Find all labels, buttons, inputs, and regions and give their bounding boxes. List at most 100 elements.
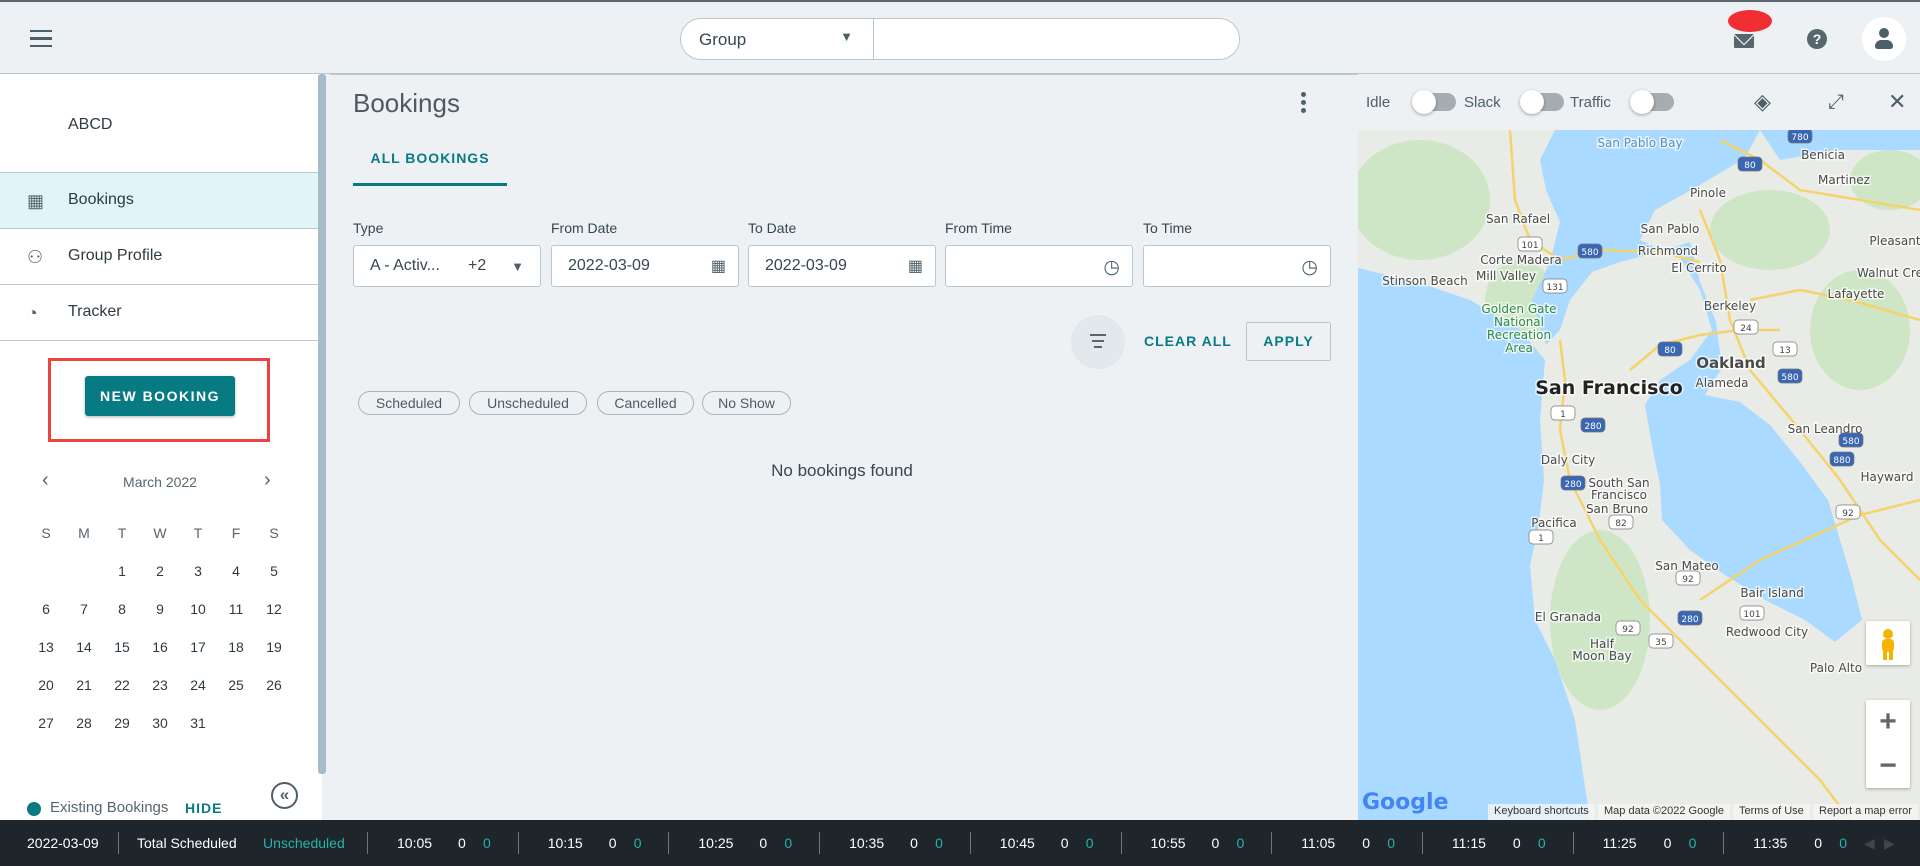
chevron-down-icon: ▼ [840, 29, 853, 44]
calendar-day[interactable]: 12 [259, 601, 289, 617]
hide-legend-button[interactable]: HIDE [185, 800, 222, 816]
calendar-day[interactable]: 11 [221, 601, 251, 617]
traffic-label: Traffic [1570, 94, 1611, 111]
traffic-toggle[interactable] [1630, 90, 1674, 114]
calendar-day[interactable]: 13 [31, 639, 61, 655]
highway-shield-label: 1 [1560, 410, 1566, 420]
expand-icon[interactable]: ⤢ [1828, 90, 1844, 114]
from-date-input[interactable]: 2022-03-09 ▦ [551, 245, 739, 287]
close-icon[interactable]: ✕ [1888, 90, 1906, 114]
calendar-day[interactable]: 26 [259, 677, 289, 693]
help-icon[interactable]: ? [1807, 29, 1827, 49]
calendar-day[interactable]: 27 [31, 715, 61, 731]
calendar-day[interactable]: 15 [107, 639, 137, 655]
map-label: San Francisco [1535, 377, 1683, 399]
slot-total: 0 [1060, 835, 1069, 851]
calendar-day[interactable]: 17 [183, 639, 213, 655]
user-avatar[interactable] [1862, 17, 1906, 61]
search-scope-select[interactable]: Group ▼ [681, 19, 874, 59]
map-label: Pacifica [1531, 516, 1577, 530]
calendar-day[interactable]: 9 [145, 601, 175, 617]
sidebar-scrollbar[interactable] [318, 74, 326, 774]
collapse-sidebar-icon[interactable]: « [271, 782, 298, 809]
slot-time: 10:15 [547, 835, 583, 851]
sidebar-item-tracker[interactable]: ◔ Tracker [0, 285, 320, 341]
more-options-icon[interactable] [1301, 92, 1307, 116]
prev-month-icon[interactable]: ‹ [42, 469, 49, 492]
calendar-day[interactable]: 28 [69, 715, 99, 731]
calendar-day[interactable]: 14 [69, 639, 99, 655]
calendar-day[interactable]: 5 [259, 563, 289, 579]
calendar-day[interactable]: 21 [69, 677, 99, 693]
divider [330, 74, 1358, 75]
slot-total: 0 [759, 835, 768, 851]
map[interactable]: San Pablo Bay Benicia Martinez Pinole San Ra… [1358, 130, 1920, 820]
calendar-day[interactable]: 6 [31, 601, 61, 617]
calendar-icon[interactable]: ▦ [711, 256, 726, 276]
calendar-day[interactable]: 29 [107, 715, 137, 731]
calendar-day[interactable]: 16 [145, 639, 175, 655]
clock-icon[interactable]: ◷ [1103, 256, 1120, 279]
to-date-input[interactable]: 2022-03-09 ▦ [748, 245, 936, 287]
map-zoom-control: + − [1866, 700, 1910, 788]
calendar-day[interactable]: 2 [145, 563, 175, 579]
calendar-day[interactable]: 30 [145, 715, 175, 731]
map-label: San Bruno [1586, 502, 1648, 516]
new-booking-button[interactable]: NEW BOOKING [85, 376, 235, 416]
layers-icon[interactable]: ◈ [1754, 90, 1771, 114]
next-slots-icon[interactable]: ▶ [1884, 835, 1895, 852]
calendar-day[interactable]: 25 [221, 677, 251, 693]
zoom-out-button[interactable]: − [1866, 744, 1910, 788]
to-time-input[interactable]: ◷ [1143, 245, 1331, 287]
slack-toggle[interactable] [1520, 90, 1564, 114]
street-view-pegman-icon[interactable] [1866, 621, 1910, 665]
clock-icon[interactable]: ◷ [1301, 256, 1318, 279]
clear-all-button[interactable]: CLEAR ALL [1144, 333, 1232, 349]
map-label: Hayward [1861, 470, 1914, 484]
zoom-in-button[interactable]: + [1866, 700, 1910, 744]
calendar-day[interactable]: 20 [31, 677, 61, 693]
idle-toggle[interactable] [1412, 90, 1456, 114]
map-label: Daly City [1541, 453, 1595, 467]
highway-shield-label: 35 [1655, 638, 1666, 648]
chip-scheduled[interactable]: Scheduled [358, 391, 460, 415]
keyboard-shortcuts-link[interactable]: Keyboard shortcuts [1488, 804, 1595, 820]
type-select[interactable]: A - Activ... +2 ▼ [353, 245, 541, 287]
from-date-value: 2022-03-09 [568, 257, 650, 274]
calendar-day[interactable]: 1 [107, 563, 137, 579]
chip-cancelled[interactable]: Cancelled [597, 391, 694, 415]
apply-button[interactable]: APPLY [1246, 322, 1331, 361]
terms-link[interactable]: Terms of Use [1733, 804, 1810, 820]
chip-unscheduled[interactable]: Unscheduled [469, 391, 587, 415]
search-input[interactable] [875, 19, 1239, 59]
sidebar-item-bookings[interactable]: ▦ Bookings [0, 173, 320, 229]
calendar-icon[interactable]: ▦ [908, 256, 923, 276]
map-canvas[interactable]: San Pablo Bay Benicia Martinez Pinole San Ra… [1358, 130, 1920, 820]
tab-all-bookings[interactable]: ALL BOOKINGS [353, 150, 507, 186]
sidebar-item-group-profile[interactable]: ⚇ Group Profile [0, 229, 320, 285]
calendar-day[interactable]: 31 [183, 715, 213, 731]
calendar-day[interactable]: 18 [221, 639, 251, 655]
calendar-day[interactable]: 3 [183, 563, 213, 579]
calendar-day[interactable]: 8 [107, 601, 137, 617]
calendar-day[interactable]: 22 [107, 677, 137, 693]
calendar-day[interactable]: 23 [145, 677, 175, 693]
calendar-day[interactable]: 4 [221, 563, 251, 579]
filter-icon[interactable] [1071, 315, 1125, 369]
highway-shield-label: 580 [1842, 437, 1859, 447]
calendar-day[interactable]: 24 [183, 677, 213, 693]
slot-time: 11:15 [1451, 835, 1486, 851]
mail-icon[interactable] [1734, 34, 1754, 48]
calendar-day[interactable]: 19 [259, 639, 289, 655]
menu-icon[interactable] [30, 30, 52, 47]
slot-total: 0 [458, 835, 466, 851]
prev-slots-icon[interactable]: ◀ [1864, 835, 1875, 852]
calendar-day[interactable]: 7 [69, 601, 99, 617]
highway-shield-label: 280 [1681, 615, 1698, 625]
next-month-icon[interactable]: › [264, 469, 271, 492]
from-time-input[interactable]: ◷ [945, 245, 1133, 287]
calendar-day[interactable]: 10 [183, 601, 213, 617]
report-error-link[interactable]: Report a map error [1813, 804, 1918, 820]
slot-time: 11:05 [1301, 835, 1336, 851]
chip-no-show[interactable]: No Show [702, 391, 791, 415]
